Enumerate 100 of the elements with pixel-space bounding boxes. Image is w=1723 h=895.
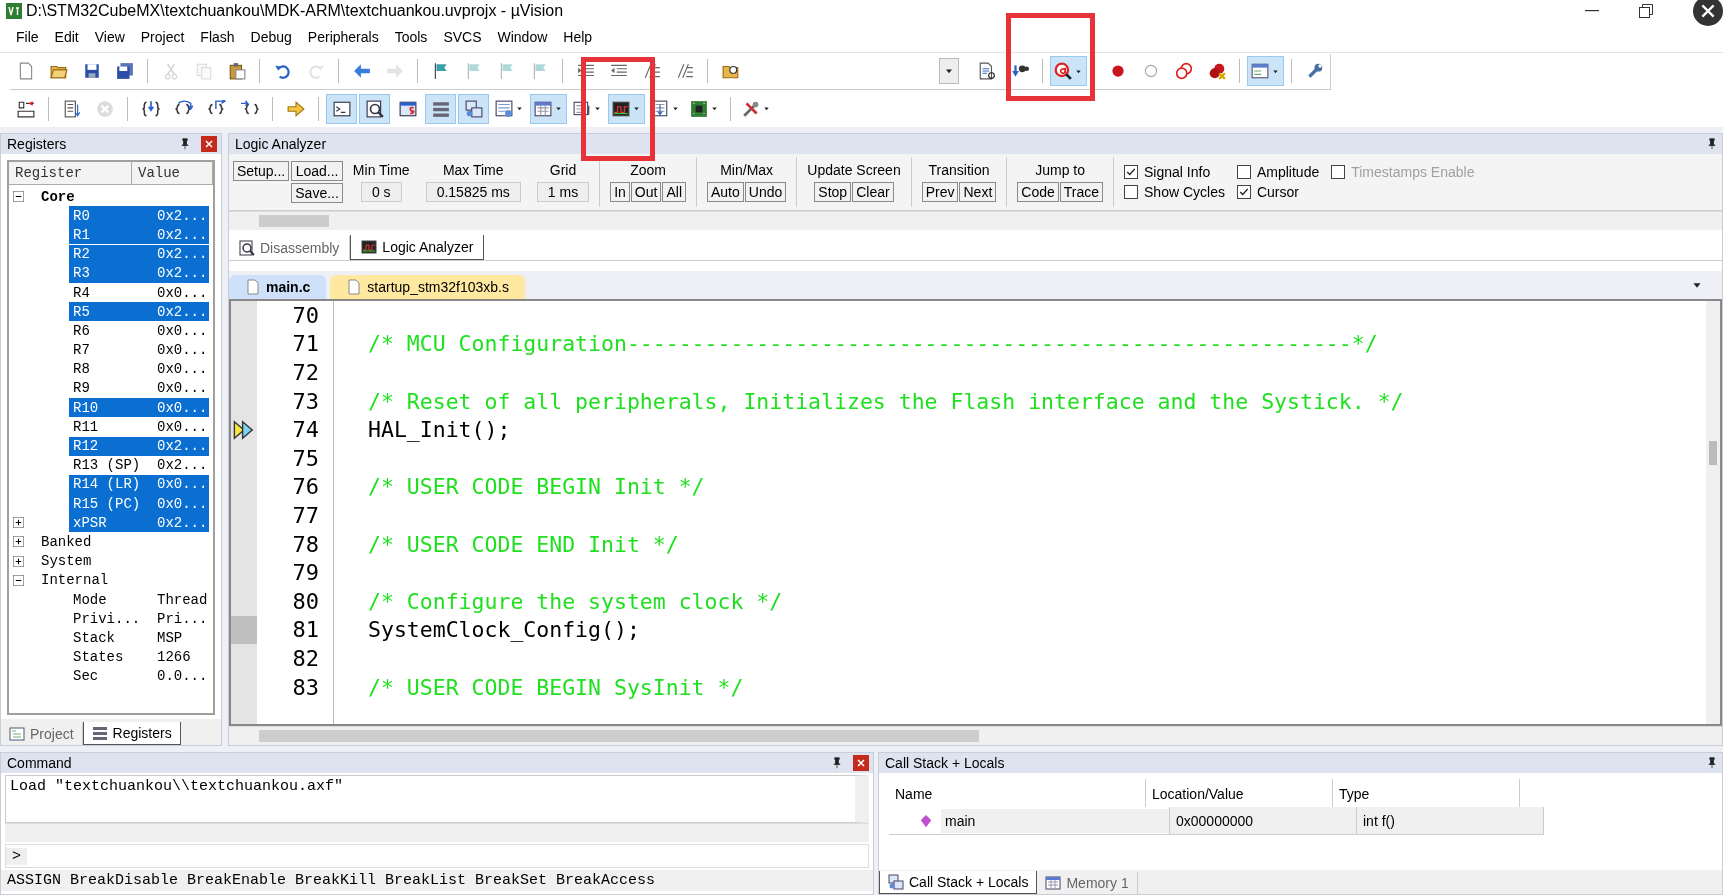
register-name: Stack: [73, 629, 116, 646]
register-name: Sec: [73, 668, 100, 685]
checkbox-label: Show Cycles: [1144, 184, 1225, 200]
register-name: Privi...: [73, 610, 142, 627]
register-name: R6: [73, 322, 91, 339]
register-value: MSP: [157, 629, 183, 646]
register-value: 1266: [157, 649, 191, 666]
button[interactable]: Prev: [921, 182, 959, 202]
menu-item[interactable]: Flash: [192, 29, 243, 45]
command-hint: ASSIGN BreakDisable BreakEnable BreakKill BreakList BreakSet BreakAccess: [1, 870, 873, 891]
line-number: 71: [291, 330, 319, 359]
menu-item[interactable]: Tools: [386, 29, 436, 45]
column-header[interactable]: Register: [9, 162, 132, 184]
tab[interactable]: startup_stm32f103xb.s: [330, 275, 525, 299]
field-label: Min Time: [352, 162, 410, 178]
menu-item[interactable]: File: [8, 29, 47, 45]
button[interactable]: Load...: [291, 161, 343, 181]
group-label: Min/Max: [720, 162, 774, 178]
menu-item[interactable]: Window: [489, 29, 556, 45]
column-header[interactable]: Value: [132, 162, 213, 184]
button[interactable]: In: [610, 182, 630, 202]
register-value: 0x2...: [157, 246, 208, 263]
line-number: 81: [291, 616, 319, 645]
panel-title: Command: [7, 755, 73, 771]
tree-group[interactable]: System: [41, 553, 92, 570]
line-number: 82: [291, 644, 319, 673]
register-value: 0x0...: [157, 284, 208, 301]
register-value: 0x0...: [157, 399, 208, 416]
readout-field: 0 s: [360, 182, 402, 202]
button[interactable]: Stop: [814, 182, 852, 202]
tree-row[interactable]: R4 0x0...: [69, 283, 209, 303]
checkbox-label: Amplitude: [1256, 164, 1320, 180]
tree-row[interactable]: R5 0x2...: [69, 302, 209, 322]
tree-row[interactable]: R2 0x2...: [69, 244, 209, 264]
register-name: R4: [73, 284, 91, 301]
tree-row[interactable]: R10 0x0...: [69, 398, 209, 418]
button[interactable]: Clear: [852, 182, 894, 202]
register-value: 0x2...: [157, 265, 208, 282]
group-label: Zoom: [630, 162, 666, 178]
register-value: 0x2...: [157, 438, 208, 455]
tree-row[interactable]: Stack MSP: [69, 628, 209, 648]
tree-row[interactable]: xPSR 0x2...: [69, 513, 209, 533]
table-cell: main: [941, 808, 1169, 833]
tree-row[interactable]: R14 (LR) 0x0...: [69, 474, 209, 494]
tree-row[interactable]: Mode Thread: [69, 590, 209, 610]
register-name: R12: [73, 438, 100, 455]
tree-row[interactable]: R1 0x2...: [69, 225, 209, 245]
button[interactable]: Setup...: [233, 161, 290, 181]
tree-row[interactable]: R6 0x0...: [69, 321, 209, 341]
command-input[interactable]: >: [5, 844, 869, 868]
tab[interactable]: Registers: [82, 722, 181, 745]
line-number: 77: [291, 501, 319, 530]
code-comment: /* MCU Configuration--------------------------------------------------------*/: [368, 331, 1378, 357]
menu-item[interactable]: Edit: [46, 29, 87, 45]
menu-item[interactable]: Project: [132, 29, 193, 45]
tree-row[interactable]: States 1266: [69, 647, 209, 667]
tab[interactable]: main.c: [229, 275, 327, 299]
menu-item[interactable]: Help: [555, 29, 601, 45]
button[interactable]: Auto: [707, 182, 744, 202]
menu-item[interactable]: Debug: [242, 29, 300, 45]
register-name: R11: [73, 418, 100, 435]
tree-row[interactable]: Privi... Pri...: [69, 609, 209, 629]
tree-group[interactable]: Core: [41, 188, 75, 205]
tree-row[interactable]: Sec 0.0...: [69, 666, 209, 686]
register-value: 0.0...: [157, 668, 208, 685]
tab[interactable]: Project: [1, 723, 83, 745]
tree-row[interactable]: R13 (SP) 0x2...: [69, 455, 209, 475]
tree-group[interactable]: Internal: [41, 572, 109, 589]
tree-group[interactable]: Banked: [41, 533, 92, 550]
checkbox-label: Timestamps Enable: [1351, 164, 1475, 180]
button[interactable]: Next: [959, 182, 997, 202]
tree-row[interactable]: R8 0x0...: [69, 359, 209, 379]
checkbox-label: Cursor: [1256, 184, 1299, 200]
tree-row[interactable]: R15 (PC) 0x0...: [69, 494, 209, 514]
register-value: 0x2...: [157, 457, 208, 474]
tree-row[interactable]: R0 0x2...: [69, 206, 209, 226]
tab[interactable]: Disassembly: [229, 236, 351, 260]
register-name: R2: [73, 246, 91, 263]
register-value: 0x0...: [157, 495, 208, 512]
tab[interactable]: Logic Analyzer: [350, 235, 485, 260]
register-name: States: [73, 649, 125, 666]
tree-row[interactable]: R9 0x0...: [69, 378, 209, 398]
register-name: R3: [73, 265, 91, 282]
tree-row[interactable]: R12 0x2...: [69, 436, 209, 456]
menu-item[interactable]: Peripherals: [299, 29, 387, 45]
menu-item[interactable]: View: [86, 29, 133, 45]
button[interactable]: All: [662, 182, 686, 202]
button[interactable]: Save...: [291, 183, 343, 203]
button[interactable]: Undo: [744, 182, 787, 202]
register-name: R9: [73, 380, 91, 397]
button[interactable]: Code: [1017, 182, 1059, 202]
button[interactable]: Out: [630, 182, 662, 202]
tree-row[interactable]: R11 0x0...: [69, 417, 209, 437]
tab[interactable]: Call Stack + Locals: [879, 871, 1038, 894]
tree-row[interactable]: R7 0x0...: [69, 340, 209, 360]
button[interactable]: Trace: [1059, 182, 1104, 202]
tab[interactable]: Memory 1: [1037, 872, 1138, 894]
register-name: R14 (LR): [73, 476, 142, 493]
menu-item[interactable]: SVCS: [435, 29, 490, 45]
line-number: 83: [291, 673, 319, 702]
